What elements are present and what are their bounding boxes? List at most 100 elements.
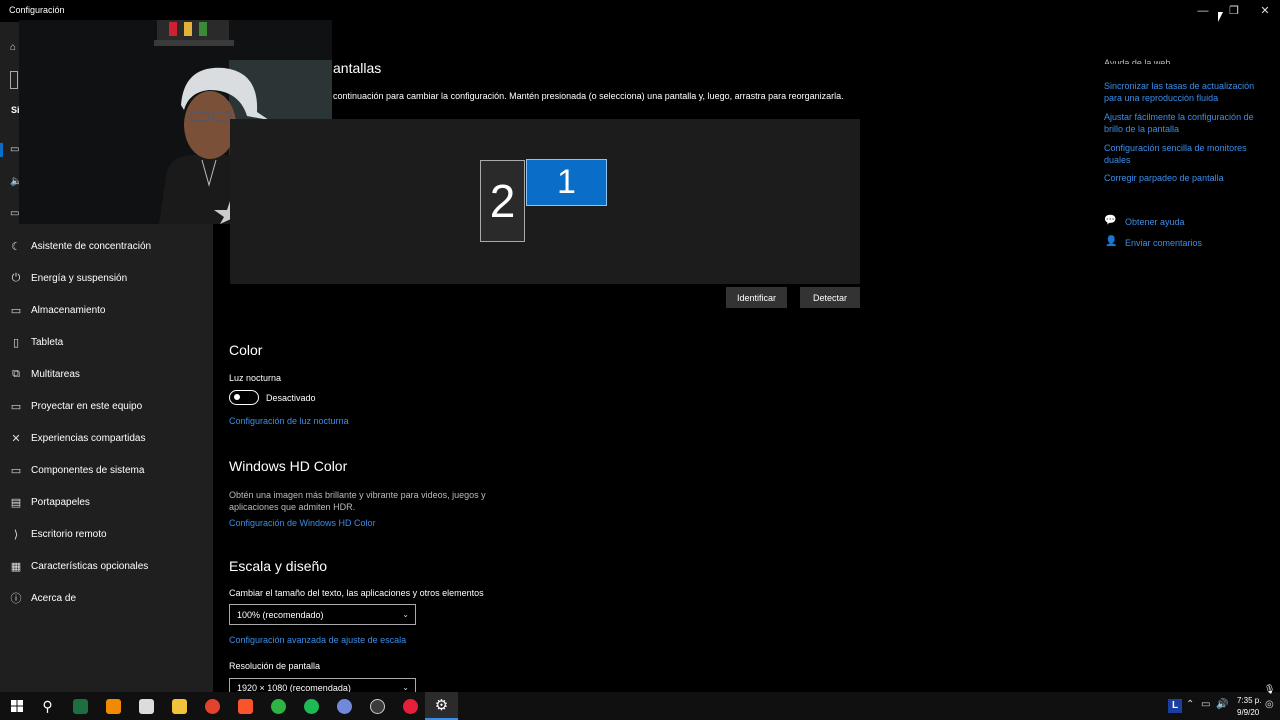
sidebar-item-optional-features[interactable]: ▦ Características opcionales bbox=[0, 550, 213, 582]
night-light-settings-link[interactable]: Configuración de luz nocturna bbox=[229, 416, 349, 426]
sidebar-item-label: Portapapeles bbox=[31, 496, 90, 508]
clipboard-icon: ▤ bbox=[10, 496, 22, 509]
help-link-refresh-rate[interactable]: Sincronizar las tasas de actualización p… bbox=[1104, 80, 1274, 104]
search-icon[interactable]: ⚲ bbox=[31, 692, 64, 720]
moon-icon: ☾ bbox=[11, 240, 21, 253]
advanced-scaling-link[interactable]: Configuración avanzada de ajuste de esca… bbox=[229, 635, 406, 645]
chevron-down-icon: ⌄ bbox=[402, 610, 409, 619]
toggle-knob bbox=[234, 394, 240, 400]
taskbar-app-green[interactable] bbox=[262, 692, 295, 720]
sidebar-item-power[interactable]: ⏻ Energía y suspensión bbox=[0, 262, 213, 294]
hdr-description-line1: Obtén una imagen más brillante y vibrant… bbox=[229, 490, 486, 500]
help-link-line: Corregir parpadeo de pantalla bbox=[1104, 173, 1224, 183]
hdr-heading: Windows HD Color bbox=[229, 458, 348, 474]
multitask-icon: ⧉ bbox=[12, 367, 20, 380]
taskbar-app-brave[interactable] bbox=[229, 692, 262, 720]
components-icon: ▭ bbox=[10, 464, 22, 477]
taskbar-app-vlc[interactable] bbox=[97, 692, 130, 720]
start-button[interactable] bbox=[0, 692, 33, 720]
discord-icon bbox=[337, 698, 352, 714]
selected-indicator bbox=[0, 143, 3, 157]
resolution-label: Resolución de pantalla bbox=[229, 661, 321, 671]
night-light-label: Luz nocturna bbox=[229, 373, 282, 383]
help-link-line: Ajustar fácilmente la configuración de bbox=[1104, 112, 1254, 122]
sidebar-item-multitasking[interactable]: ⧉ Multitareas bbox=[0, 358, 213, 390]
notification-center-icon[interactable]: ◎ bbox=[1265, 699, 1274, 710]
home-icon[interactable]: ⌂ bbox=[10, 42, 16, 53]
help-link-brightness[interactable]: Ajustar fácilmente la configuración de b… bbox=[1104, 111, 1274, 135]
sidebar-item-label: Multitareas bbox=[31, 368, 80, 380]
scale-size-label: Cambiar el tamaño del texto, las aplicac… bbox=[229, 588, 484, 598]
sidebar-item-label: Proyectar en este equipo bbox=[31, 400, 143, 412]
taskbar-app-notes[interactable] bbox=[130, 692, 163, 720]
help-link-line: brillo de la pantalla bbox=[1104, 124, 1180, 134]
network-icon[interactable]: ▭ bbox=[1201, 699, 1210, 710]
taskbar-app-spotify[interactable] bbox=[295, 692, 328, 720]
sidebar-item-label: Almacenamiento bbox=[31, 304, 106, 316]
spotify-icon bbox=[304, 698, 319, 714]
remote-icon: ⟩ bbox=[13, 528, 19, 541]
sidebar-item-label: Escritorio remoto bbox=[31, 528, 107, 540]
sidebar-item-clipboard[interactable]: ▤ Portapapeles bbox=[0, 486, 213, 518]
volume-icon[interactable]: 🔊 bbox=[1216, 699, 1228, 710]
close-button[interactable]: ✕ bbox=[1250, 0, 1280, 22]
get-help-link[interactable]: Obtener ayuda bbox=[1125, 216, 1185, 228]
help-link-line: Sincronizar las tasas de actualización bbox=[1104, 81, 1255, 91]
monitor-2[interactable]: 2 bbox=[480, 160, 525, 242]
chevron-up-icon[interactable]: ⌃ bbox=[1186, 699, 1194, 710]
restore-button[interactable]: ❐ bbox=[1219, 0, 1249, 22]
tablet-icon: ▯ bbox=[12, 336, 20, 349]
hdr-settings-link[interactable]: Configuración de Windows HD Color bbox=[229, 518, 376, 528]
taskbar-app-opera[interactable] bbox=[394, 692, 427, 720]
night-light-state: Desactivado bbox=[266, 393, 316, 403]
title-bar: Configuración — ❐ ✕ bbox=[0, 0, 1280, 22]
sidebar-item-components[interactable]: ▭ Componentes de sistema bbox=[0, 454, 213, 486]
taskbar-app-obs[interactable] bbox=[361, 692, 394, 720]
help-link-flicker[interactable]: Corregir parpadeo de pantalla bbox=[1104, 172, 1274, 184]
language-indicator[interactable]: L bbox=[1168, 699, 1182, 713]
help-heading: Ayuda de la web bbox=[1104, 58, 1171, 64]
resolution-dropdown[interactable]: 1920 × 1080 (recomendada) ⌄ bbox=[229, 678, 416, 692]
hdr-description-line2: aplicaciones que admiten HDR. bbox=[229, 502, 356, 512]
sidebar-item-label: Características opcionales bbox=[31, 560, 149, 572]
sidebar-item-about[interactable]: ⓘ Acerca de bbox=[0, 582, 213, 614]
detect-button[interactable]: Detectar bbox=[800, 287, 860, 308]
help-link-line: Configuración sencilla de monitores bbox=[1104, 143, 1247, 153]
sidebar-item-shared[interactable]: ✕ Experiencias compartidas bbox=[0, 422, 213, 454]
page-title: antallas bbox=[333, 60, 382, 76]
identify-button[interactable]: Identificar bbox=[726, 287, 787, 308]
help-link-dual-monitors[interactable]: Configuración sencilla de monitores dual… bbox=[1104, 142, 1274, 166]
night-light-toggle[interactable] bbox=[229, 390, 259, 405]
taskbar-app-discord[interactable] bbox=[328, 692, 361, 720]
minimize-button[interactable]: — bbox=[1188, 0, 1218, 22]
help-link-line: duales bbox=[1104, 155, 1131, 165]
sidebar-item-remote-desktop[interactable]: ⟩ Escritorio remoto bbox=[0, 518, 213, 550]
search-box-edge[interactable] bbox=[10, 71, 18, 89]
get-help-icon: 💬 bbox=[1104, 215, 1117, 226]
scale-dropdown[interactable]: 100% (recomendado) ⌄ bbox=[229, 604, 416, 625]
chevron-down-icon: ⌄ bbox=[402, 683, 409, 692]
sidebar-item-label: Tableta bbox=[31, 336, 64, 348]
resolution-dropdown-value: 1920 × 1080 (recomendada) bbox=[237, 683, 351, 692]
taskbar-app-chrome[interactable] bbox=[196, 692, 229, 720]
windows-icon bbox=[10, 700, 23, 712]
clock-time[interactable]: 7:35 p. bbox=[1237, 696, 1261, 705]
optional-icon: ▦ bbox=[10, 560, 22, 573]
display-instructions: continuación para cambiar la configuraci… bbox=[333, 91, 844, 101]
sidebar-item-tablet[interactable]: ▯ Tableta bbox=[0, 326, 213, 358]
clock-date[interactable]: 9/9/20 bbox=[1237, 708, 1259, 717]
send-feedback-link[interactable]: Enviar comentarios bbox=[1125, 237, 1202, 249]
storage-icon: ▭ bbox=[10, 304, 22, 317]
monitor-1[interactable]: 1 bbox=[526, 159, 607, 206]
scale-dropdown-value: 100% (recomendado) bbox=[237, 609, 324, 620]
sidebar-item-label: Componentes de sistema bbox=[31, 464, 145, 476]
taskbar-app-settings[interactable]: ⚙ bbox=[425, 692, 458, 720]
sidebar-item-storage[interactable]: ▭ Almacenamiento bbox=[0, 294, 213, 326]
obs-icon bbox=[370, 698, 385, 714]
microphone-icon: 🎙 bbox=[1264, 684, 1276, 694]
taskbar-app-explorer[interactable] bbox=[163, 692, 196, 720]
opera-icon bbox=[403, 698, 418, 714]
sidebar-item-project[interactable]: ▭ Proyectar en este equipo bbox=[0, 390, 213, 422]
sidebar-item-focus-assist[interactable]: ☾ Asistente de concentración bbox=[0, 230, 213, 262]
taskbar-app-sheet[interactable] bbox=[64, 692, 97, 720]
